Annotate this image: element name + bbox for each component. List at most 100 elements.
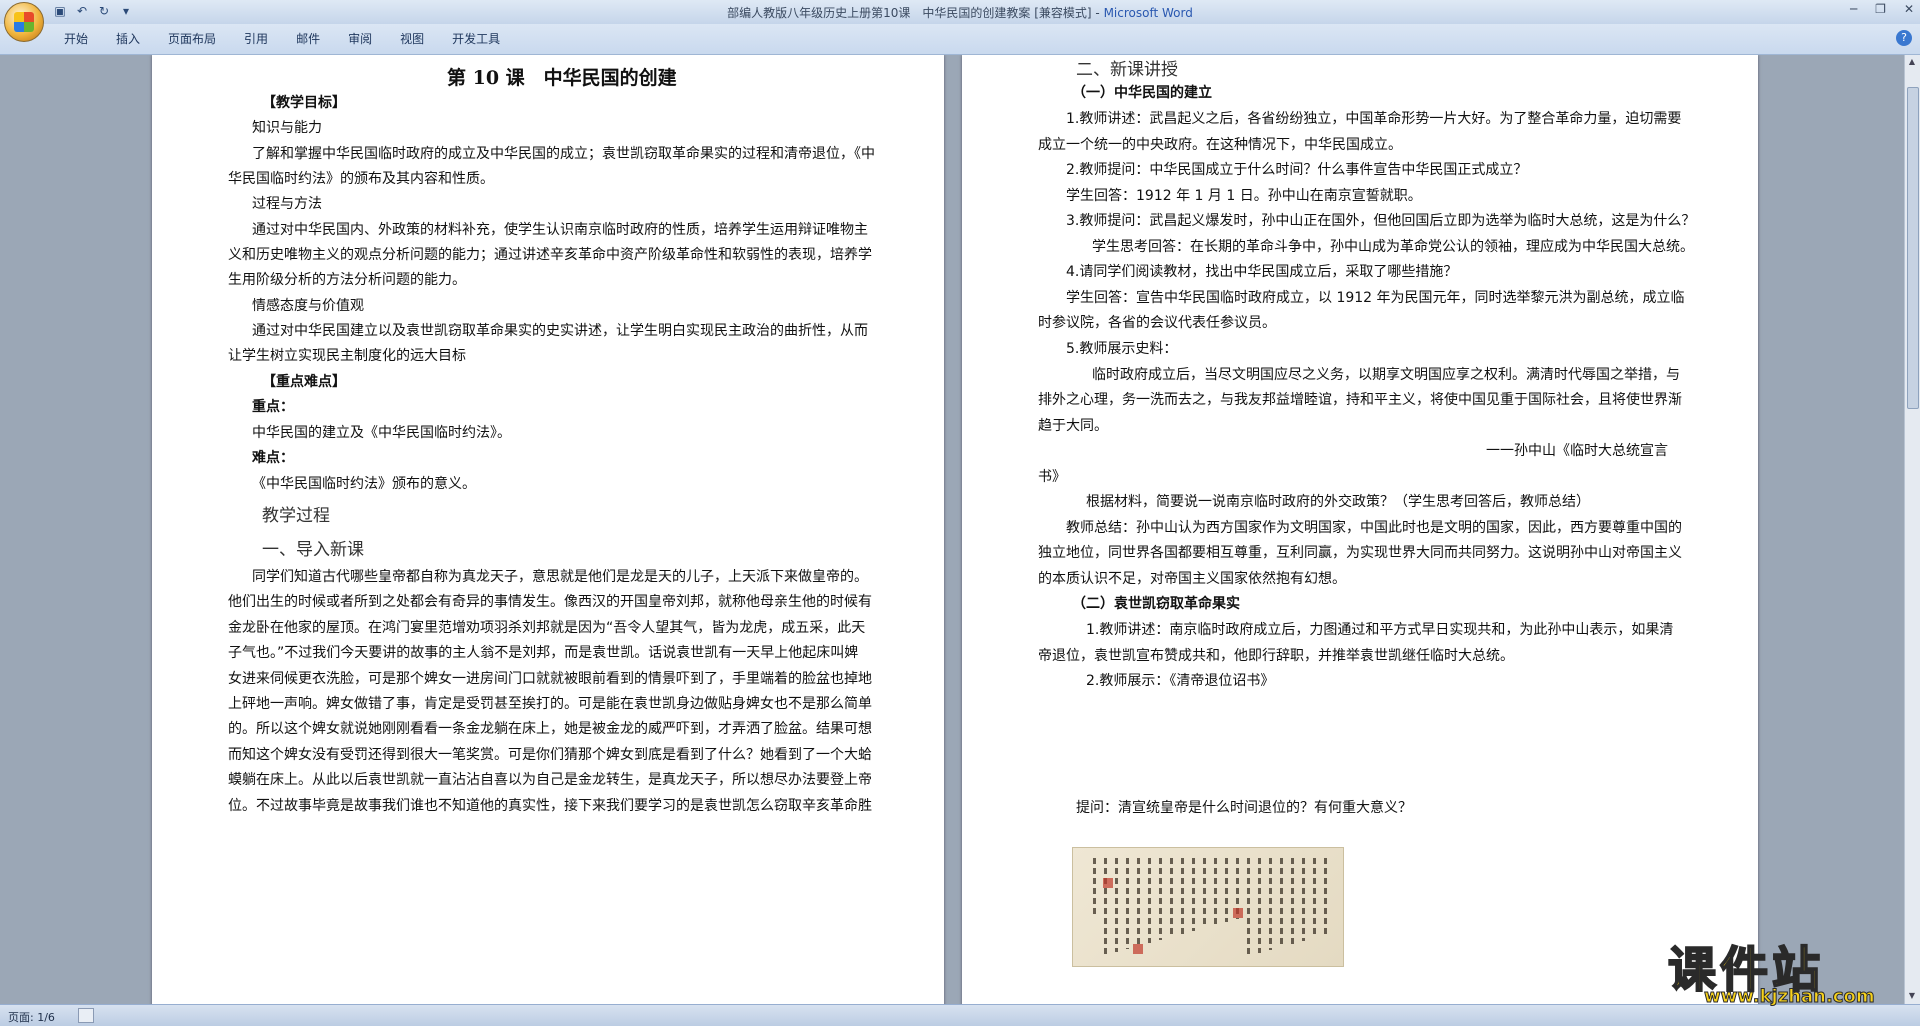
edict-text-column <box>1324 858 1327 935</box>
left-page-paragraph: 知识与能力 <box>252 120 322 136</box>
tab-view[interactable]: 视图 <box>386 30 438 48</box>
left-page-paragraph: 子气也。”不过我们今天要讲的故事的主人翁不是刘邦，而是袁世凯。话说袁世凯有一天早… <box>228 645 859 661</box>
edict-text-column <box>1291 858 1294 944</box>
edict-text-column <box>1313 858 1316 938</box>
right-page-paragraph: 的本质认识不足，对帝国主义国家依然抱有幻想。 <box>1038 571 1346 587</box>
left-page-paragraph: 华民国临时约法》的颁布及其内容和性质。 <box>228 171 494 187</box>
right-page-paragraph: 根据材料，简要说一说南京临时政府的外交政策？（学生思考回答后，教师总结） <box>1086 494 1590 510</box>
edict-text-column <box>1280 858 1283 947</box>
edict-text-column <box>1203 858 1206 928</box>
document-title: 部编人教版八年级历史上册第10课 中华民国的创建教案 [兼容模式] - <box>727 6 1104 20</box>
edict-text-column <box>1214 858 1217 925</box>
edict-text-column <box>1148 858 1151 943</box>
right-page-paragraph: 1.教师讲述：南京临时政府成立后，力图通过和平方式早日实现共和，为此孙中山表示，… <box>1086 622 1674 638</box>
tab-developer[interactable]: 开发工具 <box>438 30 514 48</box>
right-page-paragraph: 学生思考回答：在长期的革命斗争中，孙中山成为革命党公认的领袖，理应成为中华民国大… <box>1092 239 1694 255</box>
vertical-scrollbar[interactable]: ▲ ▼ <box>1904 55 1920 1004</box>
help-icon[interactable]: ? <box>1896 30 1912 46</box>
edict-text-column <box>1170 858 1173 937</box>
left-page-paragraph: 生用阶级分析的方法分析问题的能力。 <box>228 272 466 288</box>
site-watermark: 课件站 www.kjzhan.com <box>1667 930 1908 1010</box>
edict-text-column <box>1104 858 1107 955</box>
tab-references[interactable]: 引用 <box>230 30 282 48</box>
scrollbar-thumb[interactable] <box>1907 87 1919 409</box>
edict-text-column <box>1225 858 1228 922</box>
ribbon-tabs: 开始 插入 页面布局 引用 邮件 审阅 视图 开发工具 <box>50 30 514 48</box>
seal-stamp <box>1133 944 1143 954</box>
close-icon[interactable]: ✕ <box>1904 2 1914 16</box>
proofing-icon[interactable] <box>78 1008 94 1023</box>
title-bar: ▣ ↶ ↻ ▾ 部编人教版八年级历史上册第10课 中华民国的创建教案 [兼容模式… <box>0 0 1920 25</box>
edict-text-column <box>1181 858 1184 934</box>
scroll-down-icon[interactable]: ▼ <box>1907 991 1917 1001</box>
scroll-up-icon[interactable]: ▲ <box>1907 57 1917 67</box>
edict-text-column <box>1302 858 1305 941</box>
right-page-paragraph: （二）袁世凯窃取革命果实 <box>1072 596 1240 612</box>
left-page-paragraph: 同学们知道古代哪些皇帝都自称为真龙天子，意思就是他们是龙是天的儿子，上天派下来做… <box>252 569 868 585</box>
left-page-paragraph: 他们出生的时候或者所到之处都会有奇异的事情发生。像西汉的开国皇帝刘邦，就称他母亲… <box>228 594 872 610</box>
left-page-paragraph: 通过对中华民国内、外政策的材料补充，使学生认识南京临时政府的性质，培养学生运用辩… <box>252 222 868 238</box>
office-logo-icon <box>14 12 34 32</box>
right-page-paragraph: 学生回答：1912 年 1 月 1 日。孙中山在南京宣誓就职。 <box>1066 188 1422 204</box>
right-page-paragraph: 4.请同学们阅读教材，找出中华民国成立后，采取了哪些措施？ <box>1066 264 1458 280</box>
left-page-paragraph: 的。所以这个婢女就说她刚刚看看一条金龙躺在床上，她是被金龙的威严吓到，才弄洒了脸… <box>228 721 872 737</box>
office-button[interactable] <box>4 2 44 42</box>
edict-image <box>1072 847 1344 967</box>
right-page-paragraph: 时参议院，各省的会议代表任参议员。 <box>1038 315 1276 331</box>
left-page-paragraph: 义和历史唯物主义的观点分析问题的能力；通过讲述辛亥革命中资产阶级革命性和软弱性的… <box>228 247 872 263</box>
tab-review[interactable]: 审阅 <box>334 30 386 48</box>
window-controls: ─ ❐ ✕ <box>1850 2 1914 16</box>
page-indicator[interactable]: 页面: 1/6 <box>8 1009 55 1025</box>
right-page-paragraph: 一一孙中山《临时大总统宣言 <box>1486 443 1668 459</box>
left-page-paragraph: 一、导入新课 <box>262 540 364 560</box>
app-name: Microsoft Word <box>1103 6 1193 20</box>
left-page-paragraph: 重点： <box>252 399 294 415</box>
right-page-paragraph: 1.教师讲述：武昌起义之后，各省纷纷独立，中国革命形势一片大好。为了整合革命力量… <box>1066 111 1682 127</box>
edict-text-column <box>1192 858 1195 931</box>
left-page-paragraph: 【教学目标】 <box>262 95 346 111</box>
tab-page-layout[interactable]: 页面布局 <box>154 30 230 48</box>
document-page-2[interactable]: 二、新课讲授 （一）中华民国的建立 1.教师讲述：武昌起义之后，各省纷纷独立，中国革… <box>962 55 1758 1004</box>
tab-home[interactable]: 开始 <box>50 30 102 48</box>
left-page-paragraph: 上砰地一声响。婢女做错了事，肯定是受罚甚至挨打的。可是能在袁世凯身边做贴身婢女也… <box>228 696 872 712</box>
restore-icon[interactable]: ❐ <box>1875 2 1886 16</box>
left-page-paragraph: 《中华民国临时约法》颁布的意义。 <box>252 476 476 492</box>
tab-mailings[interactable]: 邮件 <box>282 30 334 48</box>
left-page-paragraph: 通过对中华民国建立以及袁世凯窃取革命果实的史实讲述，让学生明白实现民主政治的曲折… <box>252 323 868 339</box>
left-page-paragraph: 了解和掌握中华民国临时政府的成立及中华民国的成立；袁世凯窃取革命果实的过程和清帝… <box>252 146 875 162</box>
left-page-paragraph: 蟆躺在床上。从此以后袁世凯就一直沾沾自喜以为自己是金龙转生，是真龙天子，所以想尽… <box>228 772 872 788</box>
right-page-paragraph: 排外之心理，务一洗而去之，与我友邦益增睦谊，持和平主义，将使中国见重于国际社会，… <box>1038 392 1682 408</box>
window-title: 部编人教版八年级历史上册第10课 中华民国的创建教案 [兼容模式] - Micr… <box>0 4 1920 21</box>
right-page-paragraph: 教师总结：孙中山认为西方国家作为文明国家，中国此时也是文明的国家，因此，西方要尊… <box>1066 520 1682 536</box>
right-page-paragraph: 帝退位，袁世凯宣布赞成共和，他即行辞职，并推举袁世凯继任临时大总统。 <box>1038 648 1514 664</box>
right-page-paragraph: （一）中华民国的建立 <box>1072 85 1212 101</box>
right-page-paragraph: 学生回答：宣告中华民国临时政府成立，以 1912 年为民国元年，同时选举黎元洪为… <box>1066 290 1685 306</box>
seal-stamp <box>1103 878 1113 888</box>
tab-insert[interactable]: 插入 <box>102 30 154 48</box>
edict-text-column <box>1258 858 1261 953</box>
document-page-1[interactable]: 第 10 课 中华民国的创建【教学目标】知识与能力了解和掌握中华民国临时政府的成… <box>152 55 944 1004</box>
right-page-paragraph: 2.教师展示：《清帝退位诏书》 <box>1086 673 1275 689</box>
right-page-paragraph: 临时政府成立后，当尽文明国应尽之义务，以期享文明国应享之权利。满清时代辱国之举措… <box>1092 367 1680 383</box>
right-page-paragraph: 成立一个统一的中央政府。在这种情况下，中华民国成立。 <box>1038 137 1402 153</box>
left-page-paragraph: 教学过程 <box>262 506 330 526</box>
right-page-paragraph: 3.教师提问：武昌起义爆发时，孙中山正在国外，但他回国后立即为选举为临时大总统，… <box>1066 213 1696 229</box>
ribbon: 开始 插入 页面布局 引用 邮件 审阅 视图 开发工具 ? <box>0 24 1920 55</box>
left-page-paragraph: 让学生树立实现民主制度化的远大目标 <box>228 348 466 364</box>
edict-text-column <box>1137 858 1140 946</box>
edict-text-column <box>1247 858 1250 956</box>
left-page-paragraph: 金龙卧在他家的屋顶。在鸿门宴里范增劝项羽杀刘邦就是因为“吾令人望其气，皆为龙虎，… <box>228 620 866 636</box>
left-page-paragraph: 【重点难点】 <box>262 374 346 390</box>
edict-text-column <box>1093 858 1096 918</box>
right-page-paragraph: 独立地位，同世界各国都要相互尊重，互利同赢，为实现世界大同而共同努力。这说明孙中… <box>1038 545 1682 561</box>
edict-text-column <box>1269 858 1272 950</box>
right-page-paragraph: 二、新课讲授 <box>1076 60 1178 80</box>
right-page-paragraph: 趋于大同。 <box>1038 418 1108 434</box>
left-page-paragraph: 过程与方法 <box>252 196 322 212</box>
left-page-paragraph: 第 10 课 中华民国的创建 <box>447 67 677 89</box>
seal-stamp <box>1233 908 1243 918</box>
minimize-icon[interactable]: ─ <box>1850 2 1857 16</box>
left-page-paragraph: 中华民国的建立及《中华民国临时约法》。 <box>252 425 511 441</box>
watermark-url: www.kjzhan.com <box>1704 986 1876 1008</box>
status-bar: 页面: 1/6 <box>0 1004 1920 1026</box>
